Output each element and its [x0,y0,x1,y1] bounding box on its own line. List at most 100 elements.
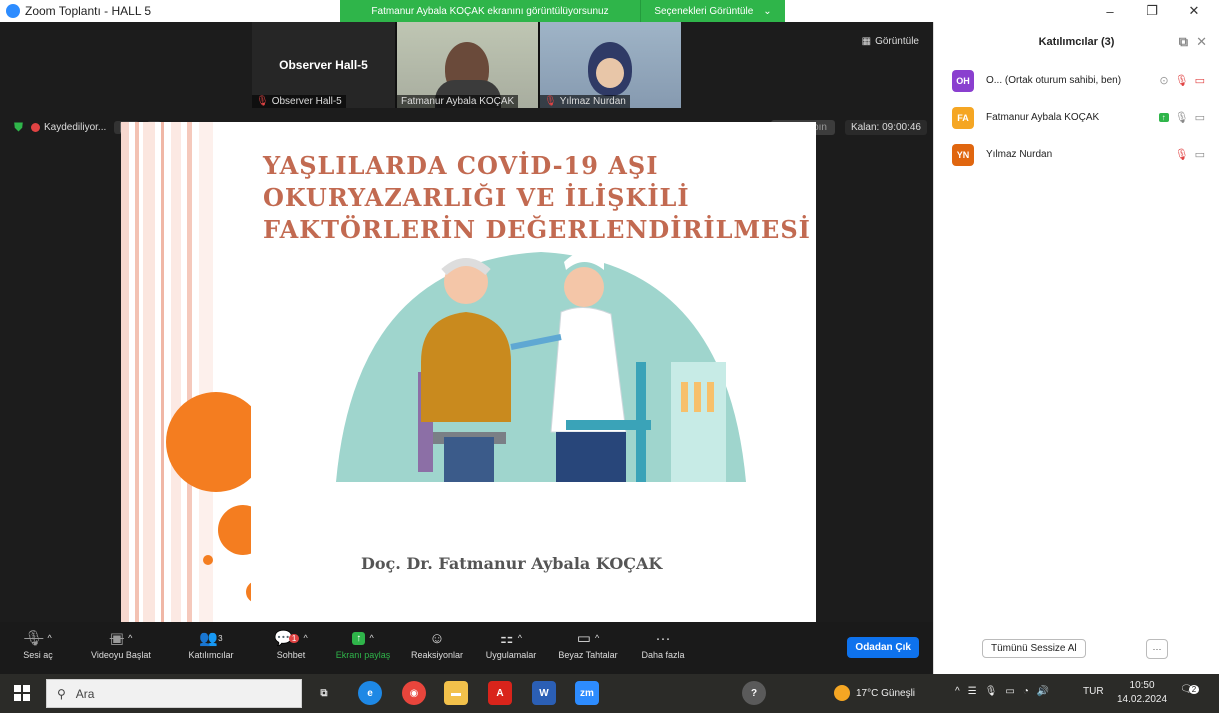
leave-meeting-button[interactable]: Odadan Çık [847,637,919,658]
participant-name: O... (Ortak oturum sahibi, ben) [986,75,1122,86]
tile-label-text: Yılmaz Nurdan [559,96,626,107]
reactions-icon: ☺ [429,629,445,647]
participant-row[interactable]: OH O... (Ortak oturum sahibi, ben) ⊙ 🎙 ▭ [934,62,1219,99]
clock-time: 10:50 [1129,680,1155,691]
chat-button[interactable]: 💬 1 ^ Sohbet [256,626,326,660]
chevron-up-icon: ^ [955,686,960,697]
popout-icon[interactable]: ⧉ [1179,34,1188,50]
participant-name: Fatmanur Aybala KOÇAK [986,112,1100,123]
apps-button[interactable]: ⚏ ^ Uygulamalar [474,626,548,660]
slide-decoration [121,122,251,627]
zoom-window: Zoom Toplantı - HALL 5 Fatmanur Aybala K… [0,0,1219,713]
task-view-icon[interactable]: ⧉ [312,681,336,705]
language-indicator[interactable]: TUR [1083,686,1104,697]
participants-icon: 👥 3 [199,630,223,647]
share-status-icon: ⊙ [1159,75,1169,87]
video-tile-observer[interactable]: Observer Hall-5 🎙 Observer Hall-5 [252,22,395,108]
edge-icon[interactable]: e [358,681,382,705]
notification-count: 2 [1188,685,1200,694]
video-tile-fatmanur[interactable]: Fatmanur Aybala KOÇAK [395,22,538,108]
minimize-button[interactable]: – [1092,0,1128,22]
chevron-down-icon: ⌄ [763,5,772,17]
volume-icon: 🔊 [1036,686,1050,697]
start-video-button[interactable]: ▣ ^ Videoyu Başlat [76,626,166,660]
view-button-label: Görüntüle [875,36,919,47]
toolbar-label: Ekranı paylaş [335,650,391,660]
toolbar-label: Videoyu Başlat [91,650,151,660]
participants-panel: Katılımcılar (3) ⧉ ✕ OH O... (Ortak oturu… [933,22,1219,674]
view-options-label: Seçenekleri Görüntüle [654,5,754,17]
mic-tray-icon: 🎙 [984,686,998,697]
share-screen-button[interactable]: ↑ ^ Ekranı paylaş [326,626,400,660]
mic-muted-icon: 🎙 [544,96,557,107]
reactions-button[interactable]: ☺ Reaksiyonlar [400,626,474,661]
clock-date: 14.02.2024 [1117,694,1168,705]
whiteboard-icon: ▭ ^ [576,630,600,647]
participant-row[interactable]: FA Fatmanur Aybala KOÇAK ↑ 🎙 ▭ [934,99,1219,136]
zoom-taskbar-icon[interactable]: zm [575,681,599,705]
meeting-area: Observer Hall-5 🎙 Observer Hall-5 Fatmanu… [0,22,933,627]
video-strip: Observer Hall-5 🎙 Observer Hall-5 Fatmanu… [252,22,681,108]
unmute-button[interactable]: 🎙 ^ Sesi aç [0,626,76,660]
tile-label: Fatmanur Aybala KOÇAK [397,95,519,108]
toolbar-label: Sesi aç [23,650,53,660]
chrome-icon[interactable]: ◉ [402,681,426,705]
panel-more-button[interactable]: ··· [1146,639,1168,659]
mic-off-icon: 🎙 ^ [24,630,52,647]
windows-logo-icon [23,694,30,701]
recording-indicator: Kaydediliyor... [31,122,106,133]
slide-title-line: OKURYAZARLIĞI VE İLİŞKİLİ [263,183,690,212]
clock[interactable]: 10:50 14.02.2024 [1117,679,1167,707]
view-button[interactable]: ▦ Görüntüle [862,36,919,47]
more-button[interactable]: ··· Daha fazla [628,626,698,661]
maximize-button[interactable]: ❐ [1134,0,1170,22]
mute-all-button[interactable]: Tümünü Sessize Al [982,639,1086,658]
avatar: FA [952,106,974,129]
battery-icon: ▭ [1005,686,1015,697]
close-button[interactable]: ✕ [1176,0,1212,22]
mic-muted-icon: 🎙 [1174,75,1189,87]
participant-status-icons: 🎙 ▭ [1175,148,1205,161]
participant-row[interactable]: YN Yılmaz Nurdan 🎙 ▭ [934,136,1219,173]
start-button[interactable] [14,685,30,701]
participant-status-icons: ↑ 🎙 ▭ [1158,111,1205,124]
weather-text: 17°C Güneşli [856,687,916,699]
close-icon: ✕ [1188,3,1200,18]
participant-name: Yılmaz Nurdan [986,149,1053,160]
toolbar-label: Sohbet [276,650,306,660]
windows-logo-icon [23,685,30,692]
help-icon[interactable]: ? [742,681,766,705]
weather-widget[interactable]: 17°C Güneşli [834,685,915,701]
share-screen-icon: ↑ ^ [352,626,374,650]
file-explorer-icon[interactable]: ▬ [444,681,468,705]
vaccination-illustration [336,252,746,482]
system-tray[interactable]: ^ ☰ 🎙 ▭ ◔ 🔊 [955,686,1049,697]
acrobat-icon[interactable]: A [488,681,512,705]
toolbar-label: Reaksiyonlar [410,650,464,660]
screen-share-banner: Fatmanur Aybala KOÇAK ekranını görüntülü… [340,0,640,22]
shield-icon: ⛊ [14,120,24,134]
video-icon: ▭ [1194,149,1205,161]
whiteboard-button[interactable]: ▭ ^ Beyaz Tahtalar [548,626,628,660]
mic-muted-icon: 🎙 [1174,149,1189,161]
participants-title: Katılımcılar (3) [1038,36,1115,48]
avatar: OH [952,69,974,92]
video-tile-yilmaz[interactable]: 🎙 Yılmaz Nurdan [538,22,681,108]
view-options-button[interactable]: Seçenekleri Görüntüle ⌄ [640,0,785,22]
word-icon[interactable]: W [532,681,556,705]
minimize-icon: – [1106,3,1114,19]
toolbar-label: Daha fazla [641,650,685,660]
notification-button[interactable]: 🗨 2 [1180,684,1200,695]
participants-button[interactable]: 👥 3 Katılımcılar [166,626,256,660]
mic-muted-icon: 🎙 [256,96,269,107]
maximize-icon: ❐ [1146,3,1158,18]
tile-label: 🎙 Yılmaz Nurdan [540,95,630,108]
remaining-time: Kalan: 09:00:46 [844,120,927,135]
tile-label-text: Observer Hall-5 [271,96,342,107]
taskbar-search[interactable]: ⚲ Ara [46,679,302,708]
close-panel-icon[interactable]: ✕ [1196,34,1207,50]
more-icon: ··· [655,629,671,647]
panel-tools: ⧉ ✕ [1179,34,1207,50]
participants-header: Katılımcılar (3) ⧉ ✕ [934,22,1219,62]
video-off-icon: ▣ ^ [109,630,133,647]
